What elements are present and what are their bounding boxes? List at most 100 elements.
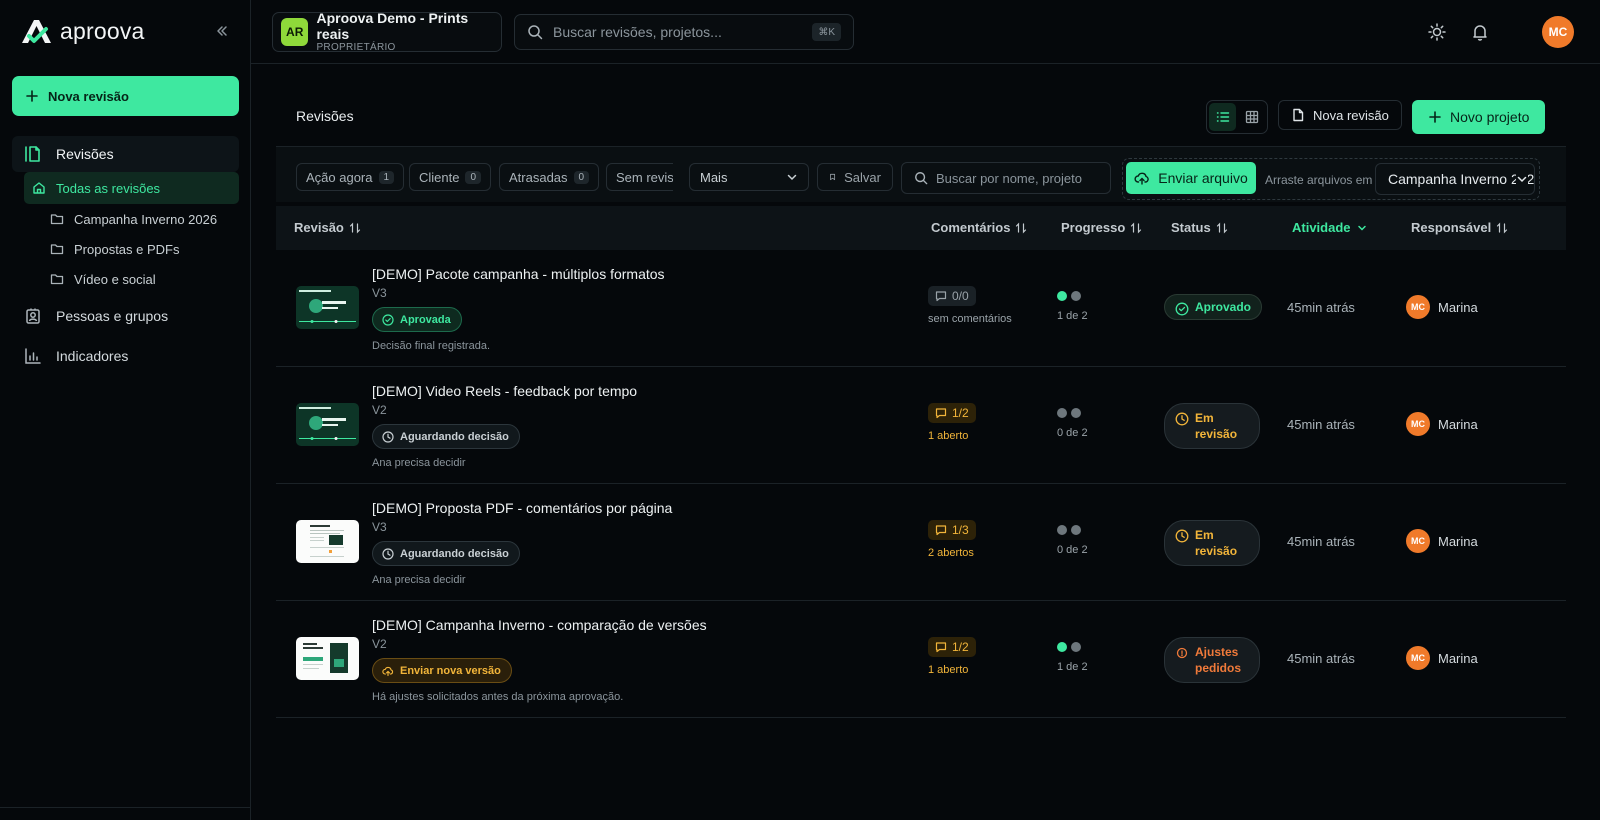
chevron-down-icon: [787, 174, 797, 181]
status-label: Ajustes pedidos: [1195, 644, 1241, 676]
user-avatar[interactable]: MC: [1542, 16, 1574, 48]
comments-label: 2 abertos: [928, 547, 974, 559]
cloud-upload-icon: [1134, 172, 1150, 185]
comments-count[interactable]: 0/0: [928, 286, 976, 306]
project-select-value: Campanha Inverno 2026: [1388, 171, 1535, 187]
decision-badge-label: Aprovada: [400, 313, 451, 326]
status-label-line: Em: [1195, 528, 1214, 542]
comments-label: 1 aberto: [928, 664, 969, 676]
owner[interactable]: MC Marina: [1406, 412, 1478, 436]
chip-label: Cliente: [419, 169, 460, 185]
sidebar-item-folder-campanha[interactable]: Campanha Inverno 2026: [24, 204, 239, 234]
new-review-label: Nova revisão: [1313, 107, 1389, 123]
column-label: Revisão: [294, 220, 344, 235]
column-label: Progresso: [1061, 220, 1126, 235]
view-toggle: [1206, 100, 1268, 134]
comments-value: 1/2: [952, 406, 969, 420]
list-icon: [1216, 112, 1229, 122]
progress-label: 0 de 2: [1057, 427, 1088, 439]
table-row[interactable]: [DEMO] Pacote campanha - múltiplos forma…: [276, 250, 1566, 367]
sidebar-nav: Revisões Todas as revisões Campanha Inve…: [12, 136, 239, 374]
clock-icon: [1175, 529, 1189, 543]
decision-badge: Aguardando decisão: [372, 541, 520, 566]
column-label: Responsável: [1411, 220, 1492, 235]
sidebar: aproova Nova revisão Revisões Todas as r…: [0, 0, 251, 820]
column-header-activity[interactable]: Atividade: [1292, 220, 1368, 235]
owner[interactable]: MC Marina: [1406, 646, 1478, 670]
sidebar-item-folder-propostas[interactable]: Propostas e PDFs: [24, 234, 239, 264]
owner-name: Marina: [1438, 416, 1478, 432]
sidebar-item-people[interactable]: Pessoas e grupos: [12, 298, 239, 334]
owner-avatar: MC: [1406, 412, 1430, 436]
send-new-version-button[interactable]: Enviar nova versão: [372, 658, 512, 683]
workspace-switcher[interactable]: AR Aproova Demo - Prints reais PROPRIETÁ…: [272, 10, 502, 53]
review-thumbnail[interactable]: [296, 520, 359, 563]
review-thumbnail[interactable]: [296, 286, 359, 329]
sidebar-item-folder-video[interactable]: Vídeo e social: [24, 264, 239, 294]
new-project-label: Novo projeto: [1450, 109, 1530, 125]
new-project-button[interactable]: Novo projeto: [1412, 100, 1546, 134]
page-new-review-button[interactable]: Nova revisão: [1278, 100, 1402, 130]
chip-label: Atrasadas: [509, 169, 568, 185]
review-thumbnail[interactable]: [296, 403, 359, 446]
filter-chip-action-now[interactable]: Ação agora 1: [296, 163, 405, 191]
project-select[interactable]: Campanha Inverno 2026: [1375, 163, 1535, 195]
filter-chip-no-reviewer[interactable]: Sem revisor: [606, 163, 673, 191]
grid-view-button[interactable]: [1238, 103, 1265, 131]
table-row[interactable]: [DEMO] Proposta PDF - comentários por pá…: [276, 484, 1566, 601]
check-circle-icon: [1175, 302, 1189, 316]
comments-count[interactable]: 1/2: [928, 637, 976, 657]
column-header-owner[interactable]: Responsável: [1411, 220, 1508, 235]
status-badge: Ajustes pedidos: [1164, 637, 1260, 683]
filter-bar: Ação agora 1 Cliente 0 Atrasadas 0 Sem r…: [276, 146, 1566, 202]
comments-value: 1/2: [952, 640, 969, 654]
upload-file-button[interactable]: Enviar arquivo: [1126, 162, 1256, 194]
sidebar-item-all-reviews[interactable]: Todas as revisões: [24, 172, 239, 204]
table-row[interactable]: [DEMO] Campanha Inverno - comparação de …: [276, 601, 1566, 718]
status-label: Aprovado: [1195, 300, 1252, 314]
list-view-button[interactable]: [1209, 103, 1236, 131]
notifications-bell-icon[interactable]: [1470, 22, 1490, 42]
table-row[interactable]: [DEMO] Video Reels - feedback por tempo …: [276, 367, 1566, 484]
filter-chip-client[interactable]: Cliente 0: [409, 163, 492, 191]
topbar: AR Aproova Demo - Prints reais PROPRIETÁ…: [251, 0, 1600, 64]
new-review-button[interactable]: Nova revisão: [12, 76, 239, 116]
column-header-progress[interactable]: Progresso: [1061, 220, 1142, 235]
chip-count: 0: [465, 170, 482, 184]
sidebar-item-label: Revisões: [56, 146, 114, 162]
comments-count[interactable]: 1/3: [928, 520, 976, 540]
comments-count[interactable]: 1/2: [928, 403, 976, 423]
owner[interactable]: MC Marina: [1406, 529, 1478, 553]
progress-dots: [1057, 642, 1081, 652]
review-version: V2: [372, 403, 387, 417]
activity-time: 45min atrás: [1287, 300, 1355, 315]
sort-icon: [1216, 222, 1228, 234]
status-label-line: Ajustes: [1195, 645, 1239, 659]
more-filters-dropdown[interactable]: Mais: [689, 163, 809, 191]
collapse-sidebar-icon[interactable]: [214, 23, 230, 39]
column-header-review[interactable]: Revisão: [294, 220, 361, 235]
clock-icon: [382, 547, 394, 560]
progress-dot: [1071, 642, 1081, 652]
column-header-status[interactable]: Status: [1171, 220, 1228, 235]
logo[interactable]: aproova: [20, 17, 145, 45]
filter-chip-late[interactable]: Atrasadas 0: [499, 163, 600, 191]
sidebar-item-reviews[interactable]: Revisões: [12, 136, 239, 172]
alert-circle-icon: [1175, 646, 1189, 660]
column-header-comments[interactable]: Comentários: [931, 220, 1027, 235]
global-search-input[interactable]: [553, 24, 808, 40]
save-filter-button[interactable]: Salvar: [817, 163, 893, 191]
upload-dropzone[interactable]: Enviar arquivo Arraste arquivos em Campa…: [1122, 158, 1540, 200]
review-thumbnail[interactable]: [296, 637, 359, 680]
folder-icon: [50, 242, 64, 256]
status-badge: Em revisão: [1164, 403, 1260, 449]
filter-search-input[interactable]: [936, 170, 1106, 186]
owner-name: Marina: [1438, 650, 1478, 666]
owner[interactable]: MC Marina: [1406, 295, 1478, 319]
review-version: V3: [372, 286, 387, 300]
review-title: [DEMO] Video Reels - feedback por tempo: [372, 383, 638, 399]
sidebar-item-indicators[interactable]: Indicadores: [12, 338, 239, 374]
table-header: Revisão Comentários Progresso Status Ati…: [276, 206, 1566, 250]
theme-toggle-sun-icon[interactable]: [1427, 22, 1447, 42]
sort-icon: [1130, 222, 1142, 234]
